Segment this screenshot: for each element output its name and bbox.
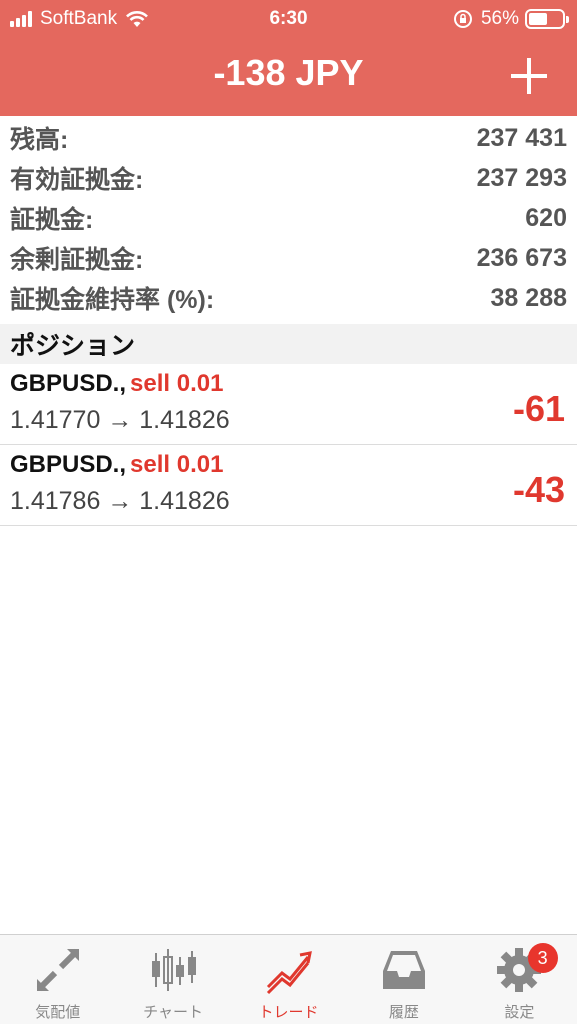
top-header: SoftBank 6:30 56% -138 JPY [0, 0, 577, 116]
status-right: 56% [453, 8, 569, 30]
summary-row-free-margin: 余剰証拠金: 236 673 [0, 238, 577, 278]
position-row[interactable]: GBPUSD., sell 0.01 1.41770 → 1.41826 -61 [0, 364, 577, 445]
tab-label: 気配値 [35, 1003, 81, 1021]
positions-list: GBPUSD., sell 0.01 1.41770 → 1.41826 -61 … [0, 364, 577, 526]
battery-icon [525, 9, 569, 29]
history-icon [382, 951, 425, 989]
summary-value: 620 [525, 203, 567, 232]
summary-label: 証拠金: [10, 206, 94, 234]
tab-trade[interactable]: トレード [231, 935, 346, 1024]
quotes-icon [36, 948, 79, 992]
status-bar: SoftBank 6:30 56% [0, 0, 577, 38]
position-symbol-line: GBPUSD., sell 0.01 [10, 370, 223, 398]
summary-row-equity: 有効証拠金: 237 293 [0, 158, 577, 198]
position-side: sell 0.01 [130, 370, 224, 397]
position-symbol: GBPUSD., [10, 451, 127, 478]
bottom-tab-bar: 気配値 チャート トレード 履歴 3 設定 [0, 934, 577, 1024]
positions-section-header: ポジション [0, 324, 577, 364]
settings-badge: 3 [527, 943, 558, 973]
tab-history[interactable]: 履歴 [346, 935, 461, 1024]
position-symbol: GBPUSD., [10, 370, 127, 397]
position-prices: 1.41770 → 1.41826 [10, 406, 230, 434]
tab-settings[interactable]: 3 設定 [462, 935, 577, 1024]
battery-percent: 56% [480, 8, 519, 29]
tab-label: トレード [258, 1003, 319, 1021]
summary-label: 余剰証拠金: [10, 246, 144, 274]
tab-label: 履歴 [388, 1003, 419, 1021]
summary-value: 237 293 [476, 163, 567, 192]
summary-row-margin: 証拠金: 620 [0, 198, 577, 238]
summary-label: 残高: [10, 126, 69, 154]
summary-label: 証拠金維持率 (%): [10, 286, 215, 314]
summary-value: 237 431 [476, 123, 567, 152]
account-profit-title: -138 JPY [213, 52, 364, 93]
summary-value: 236 673 [476, 243, 567, 272]
orientation-lock-icon [453, 10, 472, 28]
trade-icon [266, 951, 312, 995]
summary-row-margin-level: 証拠金維持率 (%): 38 288 [0, 278, 577, 318]
position-symbol-line: GBPUSD., sell 0.01 [10, 451, 223, 479]
chart-icon [152, 949, 197, 991]
tab-label: 設定 [504, 1003, 535, 1021]
position-prices: 1.41786 → 1.41826 [10, 487, 230, 515]
tab-label: チャート [143, 1003, 204, 1021]
summary-value: 38 288 [490, 283, 567, 312]
tab-chart[interactable]: チャート [115, 935, 230, 1024]
position-profit: -61 [512, 388, 565, 429]
add-order-button[interactable] [511, 58, 547, 94]
position-side: sell 0.01 [130, 451, 224, 478]
tab-quotes[interactable]: 気配値 [0, 935, 115, 1024]
position-profit: -43 [512, 469, 565, 510]
account-summary: 残高: 237 431 有効証拠金: 237 293 証拠金: 620 余剰証拠… [0, 118, 577, 318]
position-row[interactable]: GBPUSD., sell 0.01 1.41786 → 1.41826 -43 [0, 445, 577, 526]
summary-row-balance: 残高: 237 431 [0, 118, 577, 158]
summary-label: 有効証拠金: [10, 166, 144, 194]
